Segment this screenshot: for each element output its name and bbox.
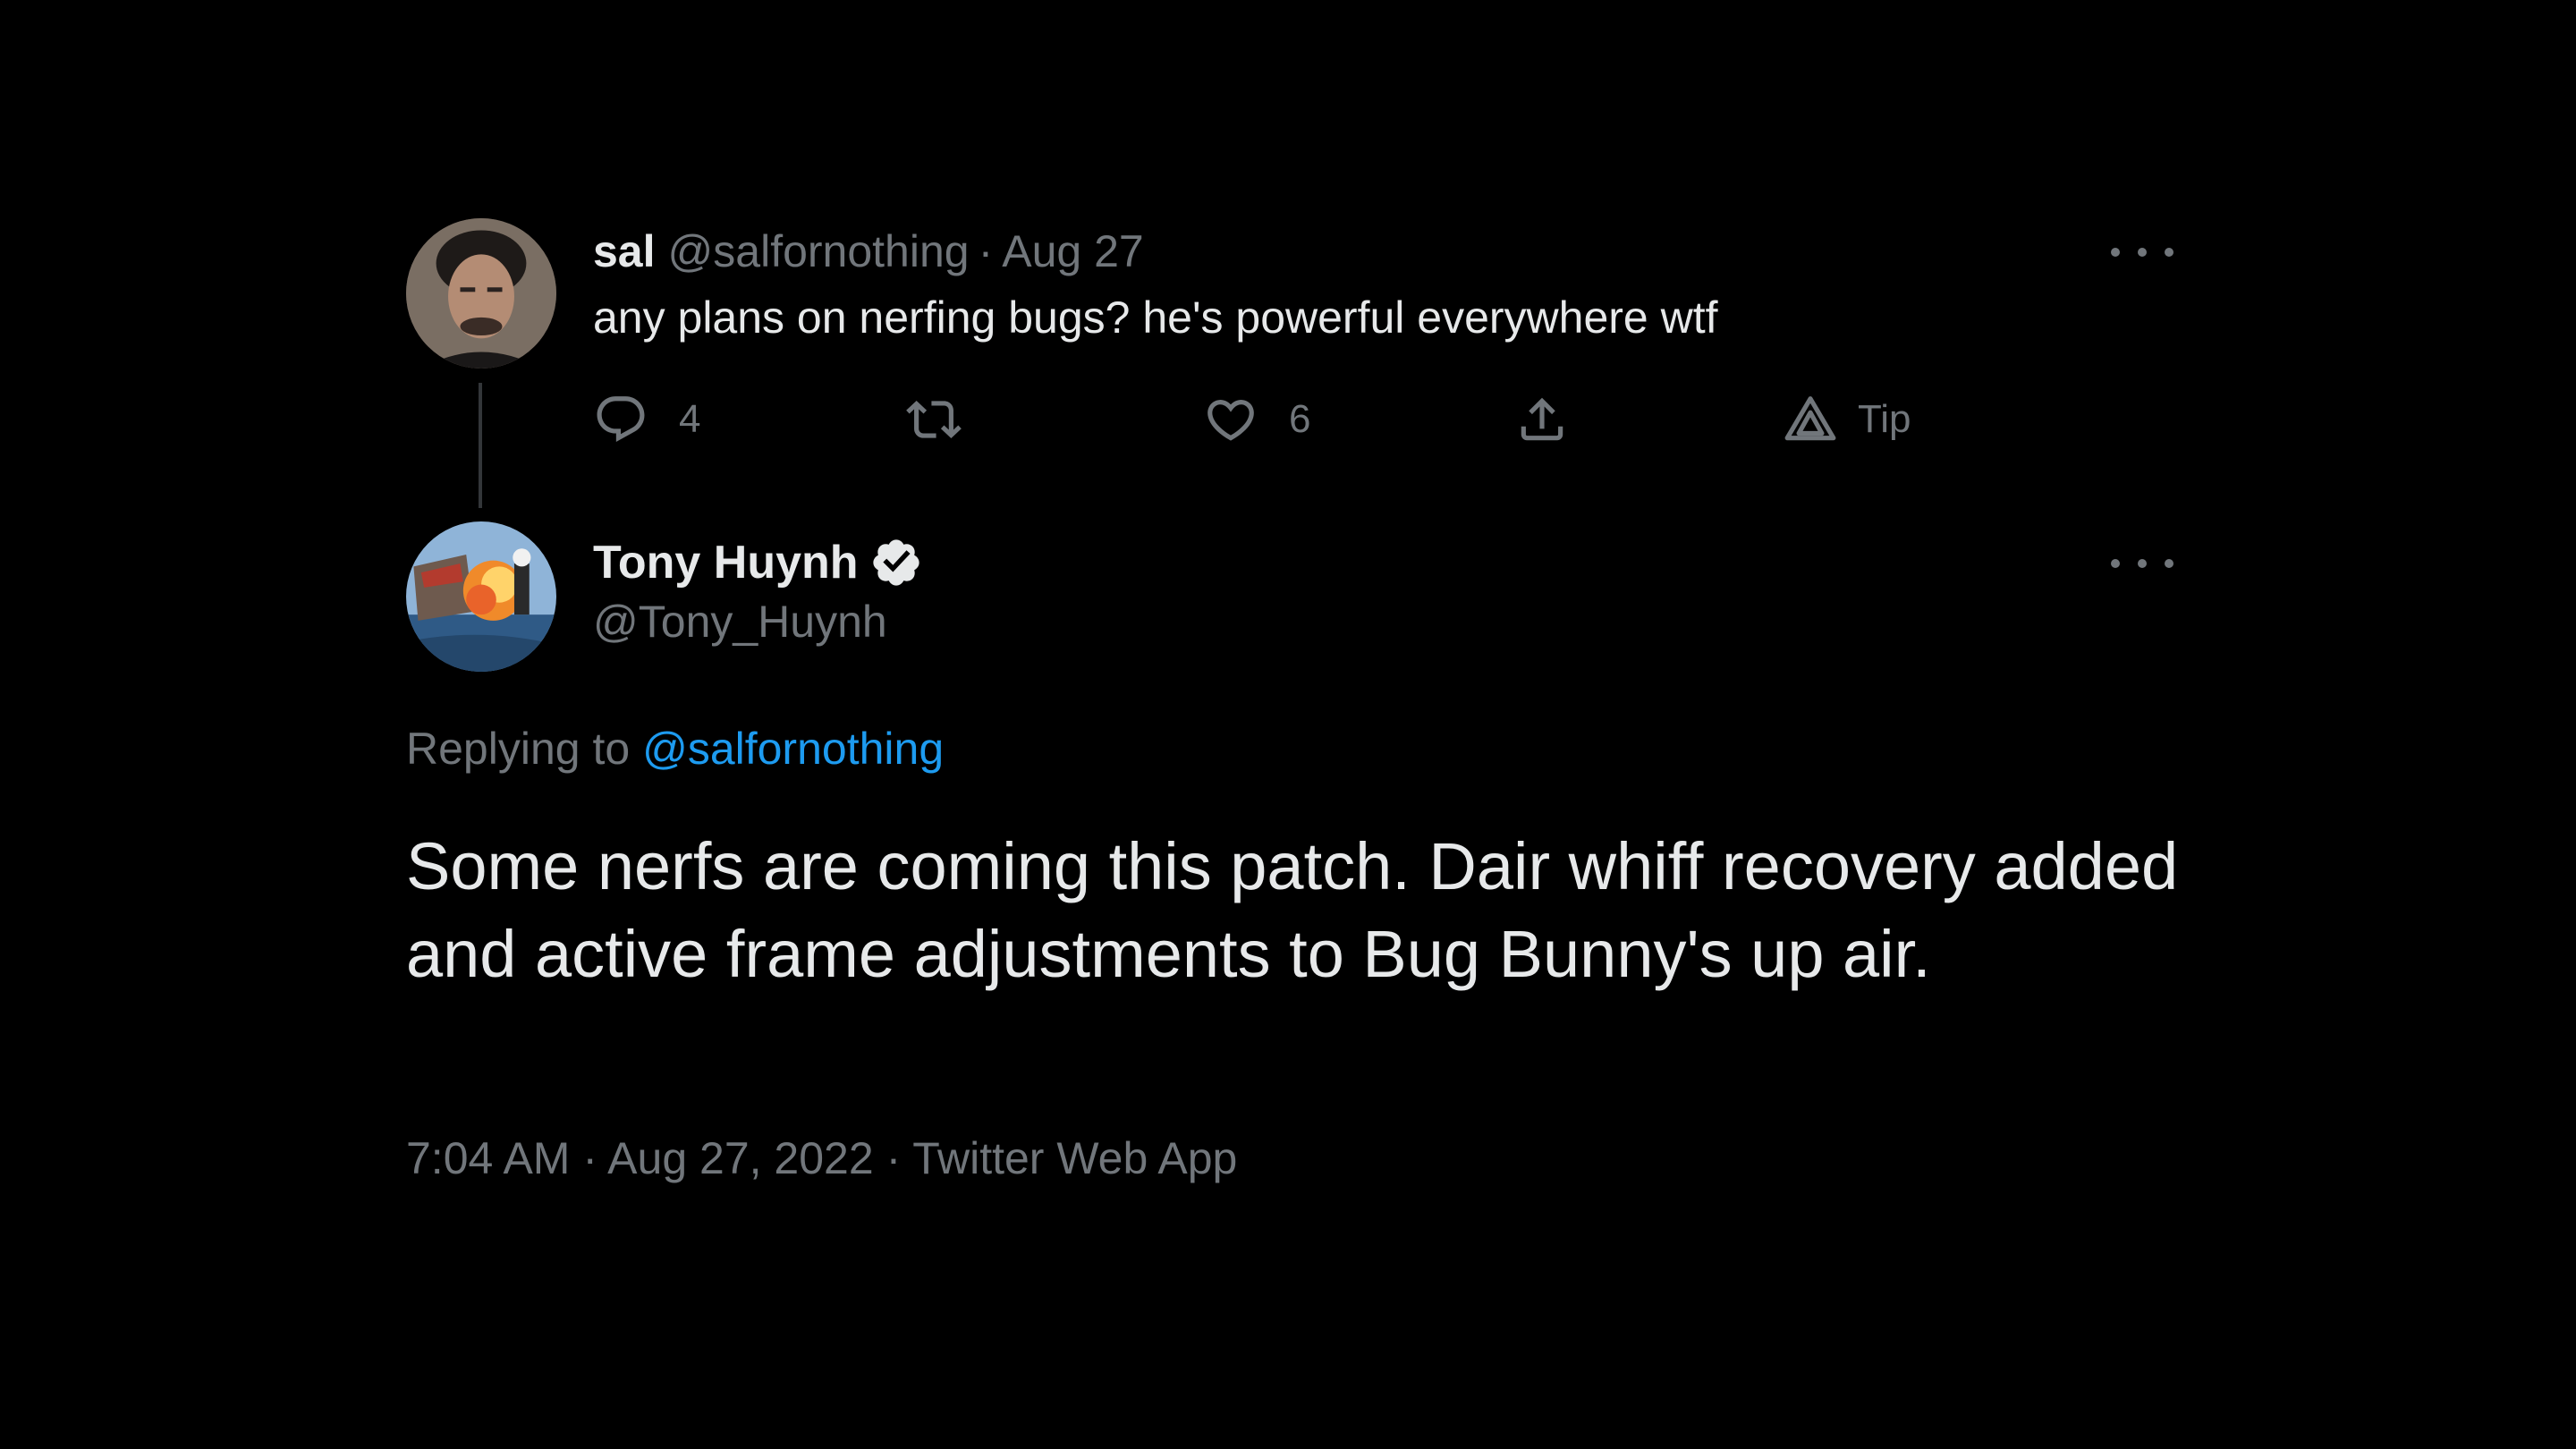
parent-tweet-header: sal @salfornothing · Aug 27 (593, 220, 1144, 283)
reply-button[interactable]: 4 (593, 386, 700, 453)
avatar-sal-image (406, 218, 556, 369)
parent-separator: · (978, 226, 994, 276)
parent-tweet-text: any plans on nerfing bugs? he's powerful… (593, 292, 1718, 343)
reply-count: 4 (679, 397, 701, 441)
avatar-tony-huynh[interactable] (406, 521, 556, 672)
share-button[interactable] (1514, 386, 1570, 453)
replying-to-mention-link[interactable]: @salfornothing (642, 724, 944, 774)
tweet-metadata: 7:04 AM · Aug 27, 2022 · Twitter Web App (406, 1132, 1237, 1184)
verified-badge-icon (869, 536, 923, 589)
like-count: 6 (1289, 397, 1311, 441)
more-icon (2111, 248, 2120, 257)
replying-to-line: Replying to @salfornothing (406, 723, 944, 775)
meta-separator: · (886, 1133, 902, 1183)
thread-connector-line (479, 383, 482, 508)
reply-tweet-text: Some nerfs are coming this patch. Dair w… (406, 829, 2179, 991)
parent-more-button[interactable] (2111, 234, 2174, 270)
parent-action-bar: 4 6 Tip (593, 386, 1988, 453)
replying-to-prefix: Replying to (406, 724, 631, 774)
like-icon (1203, 392, 1258, 447)
reply-icon (593, 392, 648, 447)
tip-button[interactable]: Tip (1783, 386, 1911, 453)
more-icon-dot (2138, 248, 2147, 257)
more-icon (2111, 559, 2120, 568)
tweet-source[interactable]: Twitter Web App (912, 1133, 1237, 1183)
share-icon (1514, 392, 1570, 447)
reply-name-row: Tony Huynh (593, 531, 923, 594)
avatar-tony-image (406, 521, 556, 672)
avatar-sal[interactable] (406, 218, 556, 369)
more-icon-dot (2165, 248, 2174, 257)
tweet-time[interactable]: 7:04 AM (406, 1133, 570, 1183)
reply-display-name[interactable]: Tony Huynh (593, 536, 859, 589)
parent-handle[interactable]: @salfornothing (668, 225, 970, 277)
parent-date[interactable]: Aug 27 (1002, 225, 1143, 277)
more-icon-dot (2138, 559, 2147, 568)
retweet-button[interactable] (906, 386, 962, 453)
parent-display-name[interactable]: sal (593, 225, 656, 277)
retweet-icon (906, 392, 962, 447)
tip-icon (1783, 392, 1838, 447)
more-icon-dot (2165, 559, 2174, 568)
tweet-date[interactable]: Aug 27, 2022 (607, 1133, 874, 1183)
tip-label: Tip (1858, 397, 1911, 441)
tweet-thread-view: sal @salfornothing · Aug 27 any plans on… (0, 0, 2576, 1449)
reply-handle[interactable]: @Tony_Huynh (593, 596, 887, 648)
like-button[interactable]: 6 (1203, 386, 1310, 453)
reply-more-button[interactable] (2111, 546, 2174, 581)
meta-separator: · (582, 1133, 598, 1183)
